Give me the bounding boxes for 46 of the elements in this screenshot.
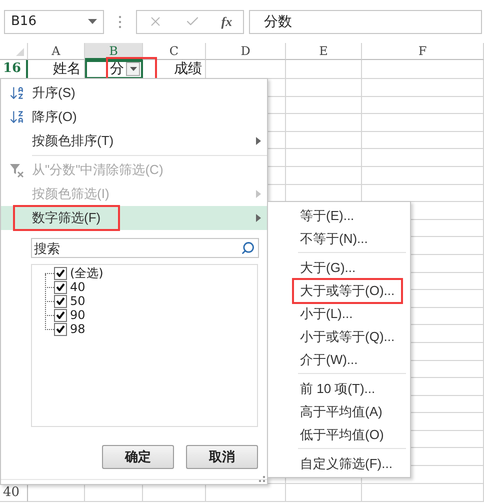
resize-grip-icon[interactable] xyxy=(259,476,265,482)
checkbox[interactable] xyxy=(54,294,67,308)
menu-item[interactable]: 小于(L)... xyxy=(268,302,410,325)
table-cell: 分 xyxy=(85,60,143,79)
value-label: 90 xyxy=(70,308,86,322)
menu-item[interactable]: 自定义筛选(F)... xyxy=(268,452,410,475)
value-label: 40 xyxy=(70,280,86,294)
clear-filter-icon xyxy=(8,162,24,178)
menu-item[interactable]: 大于(G)... xyxy=(268,256,410,279)
column-header[interactable]: D xyxy=(206,43,286,60)
menu-item[interactable]: 不等于(N)... xyxy=(268,227,410,250)
column-header[interactable]: E xyxy=(286,43,362,60)
menu-item[interactable]: 等于(E)... xyxy=(268,204,410,227)
ok-button[interactable]: 确定 xyxy=(102,445,174,469)
menu-item[interactable]: 前 10 项(T)... xyxy=(268,377,410,400)
menu-item[interactable]: 介于(W)... xyxy=(268,348,410,371)
drag-handle-icon[interactable] xyxy=(118,14,122,28)
menu-item[interactable]: 低于平均值(O) xyxy=(268,423,410,446)
sort-ascending-icon xyxy=(8,85,24,101)
checkbox[interactable] xyxy=(54,308,67,322)
menu-item[interactable]: 降序(O) xyxy=(1,105,267,129)
filter-dropdown-button[interactable] xyxy=(126,62,140,76)
column-header[interactable]: A xyxy=(28,43,85,60)
insert-function-button[interactable]: fx xyxy=(221,14,232,30)
column-header[interactable]: F xyxy=(362,43,484,60)
checkbox[interactable] xyxy=(54,266,67,280)
menu-item[interactable]: 小于或等于(Q)... xyxy=(268,325,410,348)
cancel-button[interactable]: 取消 xyxy=(186,445,258,469)
dropdown-caret-icon xyxy=(88,19,97,24)
caret-icon xyxy=(130,67,136,71)
menu-item[interactable]: 升序(S) xyxy=(1,81,267,105)
menu-item[interactable]: 数字筛选(F) xyxy=(1,206,267,230)
search-icon xyxy=(241,241,255,255)
sort-descending-icon xyxy=(8,109,24,125)
column-header[interactable]: C xyxy=(143,43,206,60)
formula-field[interactable]: 分数 xyxy=(249,10,482,34)
value-label: 50 xyxy=(70,294,86,308)
value-label: 98 xyxy=(70,322,86,336)
menu-item[interactable]: 按颜色排序(T) xyxy=(1,129,267,153)
menu-item[interactable]: 高于平均值(A) xyxy=(268,400,410,423)
search-field[interactable]: 搜索 xyxy=(31,238,259,258)
column-header[interactable]: B xyxy=(85,43,143,60)
checkbox[interactable] xyxy=(54,322,67,336)
name-box[interactable]: B16 xyxy=(4,10,104,34)
checkbox[interactable] xyxy=(54,280,67,294)
value-label: (全选) xyxy=(70,264,104,282)
